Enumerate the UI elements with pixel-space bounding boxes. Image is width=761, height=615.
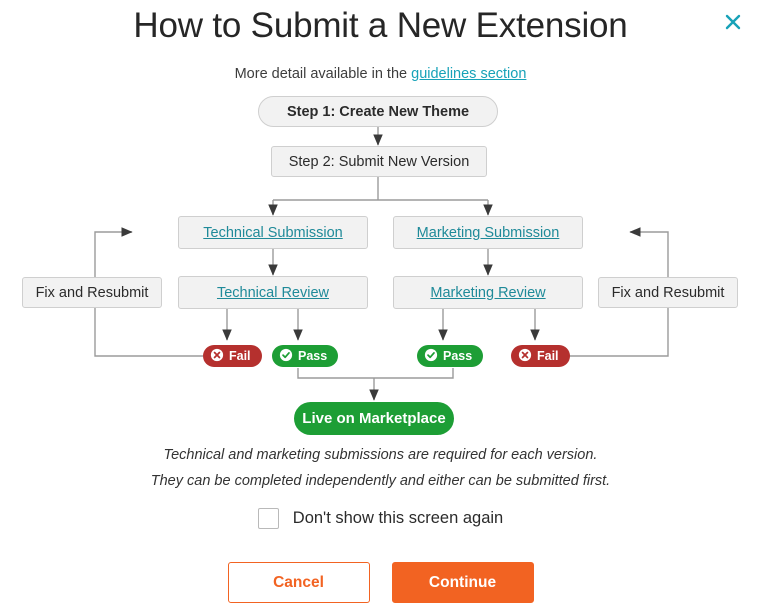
node-technical-submission[interactable]: Technical Submission <box>178 216 368 249</box>
node-fix-and-resubmit-left-label: Fix and Resubmit <box>35 284 149 301</box>
node-technical-review[interactable]: Technical Review <box>178 276 368 309</box>
node-marketing-review-label[interactable]: Marketing Review <box>430 285 545 301</box>
note-line-1: Technical and marketing submissions are … <box>163 447 598 463</box>
flowchart: Step 1: Create New Theme Step 2: Submit … <box>0 0 761 500</box>
node-fix-and-resubmit-left: Fix and Resubmit <box>22 277 162 308</box>
node-live-on-marketplace: Live on Marketplace <box>294 402 454 435</box>
badge-pass-marketing: Pass <box>417 345 484 367</box>
dont-show-again-checkbox[interactable] <box>257 508 279 529</box>
continue-button[interactable]: Continue <box>391 562 534 603</box>
dialog-how-to-submit: How to Submit a New Extension More detai… <box>0 0 761 615</box>
dialog-actions: Cancel Continue <box>0 562 761 603</box>
badge-fail-marketing: Fail <box>511 345 570 367</box>
badge-pass-marketing-label: Pass <box>443 349 473 363</box>
node-fix-and-resubmit-right-label: Fix and Resubmit <box>611 284 725 301</box>
cancel-button[interactable]: Cancel <box>227 562 370 603</box>
node-marketing-review[interactable]: Marketing Review <box>393 276 583 309</box>
check-circle-icon <box>279 348 293 365</box>
node-technical-review-label[interactable]: Technical Review <box>217 285 329 301</box>
node-marketing-submission-label[interactable]: Marketing Submission <box>417 225 560 241</box>
dont-show-again-label: Don't show this screen again <box>292 509 504 527</box>
node-step-1-label: Step 1: Create New Theme <box>286 103 470 120</box>
node-marketing-submission[interactable]: Marketing Submission <box>393 216 583 249</box>
note-line-2: They can be completed independently and … <box>150 473 611 489</box>
x-circle-icon <box>210 348 224 365</box>
node-step-1: Step 1: Create New Theme <box>258 96 498 127</box>
badge-fail-technical-label: Fail <box>229 349 251 363</box>
node-live-on-marketplace-label: Live on Marketplace <box>302 410 446 427</box>
badge-pass-technical-label: Pass <box>298 349 328 363</box>
x-circle-icon <box>518 348 532 365</box>
badge-pass-technical: Pass <box>272 345 339 367</box>
node-step-2: Step 2: Submit New Version <box>271 146 487 177</box>
check-circle-icon <box>424 348 438 365</box>
dont-show-again-row[interactable]: Don't show this screen again <box>0 508 761 529</box>
badge-fail-technical: Fail <box>203 345 262 367</box>
node-step-2-label: Step 2: Submit New Version <box>288 153 470 170</box>
badge-fail-marketing-label: Fail <box>537 349 559 363</box>
node-fix-and-resubmit-right: Fix and Resubmit <box>598 277 738 308</box>
node-technical-submission-label[interactable]: Technical Submission <box>203 225 342 241</box>
